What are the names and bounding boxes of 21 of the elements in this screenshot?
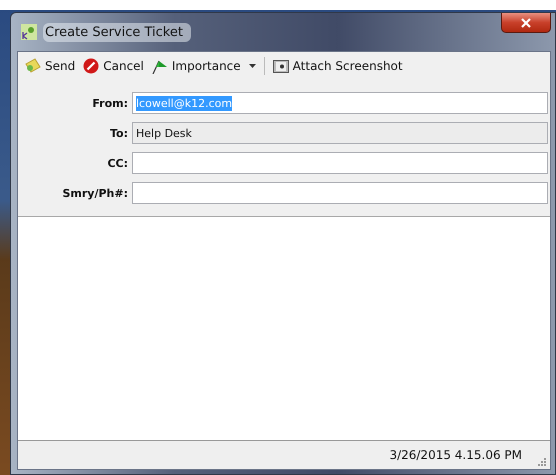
input-field[interactable]	[132, 152, 548, 174]
cancel-icon	[83, 58, 100, 74]
cancel-button[interactable]: Cancel	[80, 56, 147, 76]
close-button[interactable]	[501, 13, 551, 33]
field-label: From:	[91, 96, 128, 110]
screenshot-button[interactable]: Attach Screenshot	[270, 57, 406, 75]
field-label: To:	[109, 126, 128, 140]
field-label: CC:	[106, 156, 128, 170]
input-field[interactable]: Help Desk	[132, 122, 548, 144]
field-label: Smry/Ph#:	[61, 186, 128, 200]
close-icon	[520, 18, 532, 28]
flag-icon	[152, 58, 168, 74]
timestamp: 3/26/2015 4.15.06 PM	[389, 448, 522, 462]
app-icon	[21, 24, 37, 40]
envelope-icon	[25, 58, 41, 74]
send-button[interactable]: Send	[22, 56, 78, 76]
importance-button[interactable]: Importance	[148, 56, 259, 76]
camera-icon	[272, 59, 289, 73]
window-title: Create Service Ticket	[43, 22, 191, 42]
input-field[interactable]	[132, 182, 548, 204]
resize-grip-icon[interactable]	[536, 456, 546, 466]
